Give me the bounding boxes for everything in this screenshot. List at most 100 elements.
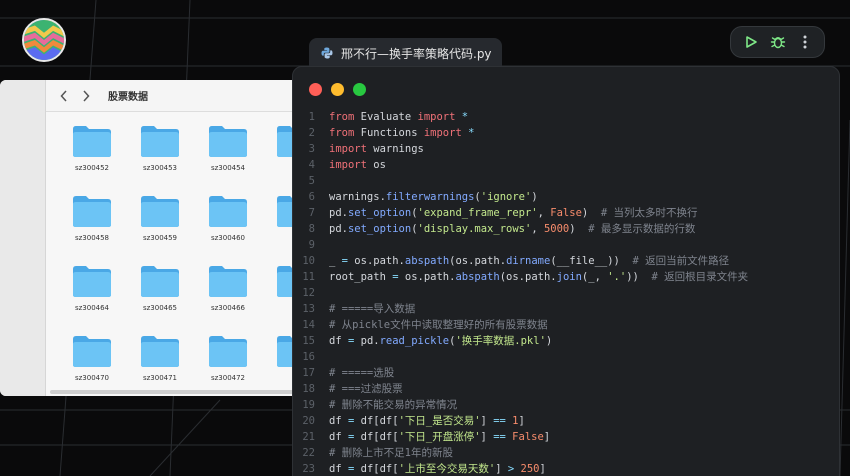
code-token: (_, bbox=[581, 271, 608, 283]
folder-item[interactable]: sz300466 bbox=[194, 264, 262, 334]
tab-editor-file[interactable]: 邢不行—换手率策略代码.py bbox=[309, 38, 502, 68]
maximize-window-button[interactable] bbox=[353, 83, 366, 96]
code-token: df bbox=[329, 463, 348, 475]
folder-item[interactable]: sz300472 bbox=[194, 334, 262, 396]
code-token: Functions bbox=[354, 127, 424, 139]
code-line: 10 _ = os.path. abspath (os.path. dirname (__… bbox=[293, 253, 839, 269]
play-icon bbox=[745, 36, 757, 48]
code-token: 'ignore' bbox=[480, 191, 532, 203]
line-number: 5 bbox=[308, 175, 315, 187]
line-number: 23 bbox=[302, 463, 315, 475]
code-token: df bbox=[329, 431, 348, 443]
code-token: from bbox=[329, 127, 355, 139]
folder-icon bbox=[209, 196, 247, 227]
code-token: , bbox=[531, 223, 544, 235]
finder-window: 股票数据 sz300452 sz300453 sz300454 sz300458 sz3… bbox=[0, 80, 300, 396]
line-number: 1 bbox=[308, 111, 315, 123]
code-token: )) bbox=[626, 271, 652, 283]
code-line: 1 from Evaluate import * bbox=[293, 109, 839, 125]
folder-name: sz300453 bbox=[142, 164, 178, 172]
code-token: ] bbox=[480, 415, 494, 427]
code-token: # 删除不能交易的异常情况 bbox=[329, 399, 458, 411]
code-token: df bbox=[329, 335, 348, 347]
folder-item[interactable]: sz300454 bbox=[194, 124, 262, 194]
code-token: # =====导入数据 bbox=[329, 303, 416, 315]
code-token: pd. bbox=[329, 207, 348, 219]
code-token: abspath bbox=[455, 271, 500, 283]
forward-button[interactable] bbox=[80, 88, 92, 104]
folder-item[interactable]: sz300453 bbox=[126, 124, 194, 194]
more-vertical-icon bbox=[803, 35, 806, 49]
code-token: read_pickle bbox=[379, 335, 450, 347]
code-token: * bbox=[455, 111, 469, 123]
code-token: os.path. bbox=[398, 271, 456, 283]
code-token: False bbox=[550, 207, 582, 219]
code-token: dirname bbox=[506, 255, 551, 267]
code-line: 6 warnings. filterwarnings('ignore') bbox=[293, 189, 839, 205]
folder-item[interactable]: sz300458 bbox=[58, 194, 126, 264]
debug-button[interactable] bbox=[766, 30, 790, 54]
python-icon bbox=[321, 47, 333, 59]
folder-item[interactable]: sz300460 bbox=[194, 194, 262, 264]
line-number: 21 bbox=[302, 431, 315, 443]
line-number: 11 bbox=[302, 271, 315, 283]
more-button[interactable] bbox=[793, 30, 817, 54]
line-number: 8 bbox=[308, 223, 315, 235]
folder-item[interactable]: sz300465 bbox=[126, 264, 194, 334]
code-line: 7 pd. set_option('expand_frame_repr', Fals… bbox=[293, 205, 839, 221]
folder-item[interactable]: sz300452 bbox=[58, 124, 126, 194]
code-token: '上市至今交易天数' bbox=[398, 463, 496, 475]
folder-name: sz300458 bbox=[74, 234, 110, 242]
code-token: * bbox=[461, 127, 475, 139]
line-number: 18 bbox=[302, 383, 315, 395]
code-token: root_path bbox=[329, 271, 393, 283]
folder-item[interactable]: sz300471 bbox=[126, 334, 194, 396]
line-number: 20 bbox=[302, 415, 315, 427]
code-token: warnings bbox=[366, 143, 424, 155]
code-line: 18 # ===过滤股票 bbox=[293, 381, 839, 397]
code-token: '下日_是否交易' bbox=[398, 415, 481, 427]
code-line: 2 from Functions import * bbox=[293, 125, 839, 141]
close-window-button[interactable] bbox=[309, 83, 322, 96]
folder-name: sz300452 bbox=[74, 164, 110, 172]
code-line: 5 bbox=[293, 173, 839, 189]
app-logo[interactable] bbox=[22, 18, 66, 62]
folder-item[interactable]: sz300464 bbox=[58, 264, 126, 334]
line-number: 10 bbox=[302, 255, 315, 267]
horizontal-scrollbar[interactable] bbox=[50, 390, 300, 394]
folder-icon bbox=[209, 336, 247, 367]
chevron-left-icon bbox=[60, 89, 67, 102]
line-number: 13 bbox=[302, 303, 315, 315]
line-number: 16 bbox=[302, 351, 315, 363]
code-area[interactable]: 1 from Evaluate import * 2 from Functions i… bbox=[293, 109, 839, 476]
folder-icon bbox=[73, 196, 111, 227]
code-token: import bbox=[423, 127, 462, 139]
code-token: # ===过滤股票 bbox=[329, 383, 403, 395]
code-token: '下日_开盘涨停' bbox=[398, 431, 481, 443]
run-button[interactable] bbox=[739, 30, 763, 54]
folder-name: sz300454 bbox=[210, 164, 246, 172]
code-token: pd. bbox=[354, 335, 380, 347]
folder-icon bbox=[209, 266, 247, 297]
code-token: set_option bbox=[347, 207, 412, 219]
folder-icon bbox=[141, 196, 179, 227]
code-token: == bbox=[493, 431, 506, 443]
minimize-window-button[interactable] bbox=[331, 83, 344, 96]
line-number: 6 bbox=[308, 191, 315, 203]
code-token: import bbox=[329, 159, 367, 171]
back-button[interactable] bbox=[58, 88, 70, 104]
code-token: '.' bbox=[607, 271, 627, 283]
finder-toolbar: 股票数据 bbox=[46, 80, 300, 112]
line-number: 7 bbox=[308, 207, 315, 219]
code-token: os.path. bbox=[347, 255, 405, 267]
code-token: df bbox=[329, 415, 348, 427]
code-line: 23 df = df[df['上市至今交易天数'] > 250] bbox=[293, 461, 839, 476]
folder-item[interactable]: sz300459 bbox=[126, 194, 194, 264]
code-line: 19 # 删除不能交易的异常情况 bbox=[293, 397, 839, 413]
folder-name: sz300466 bbox=[210, 304, 246, 312]
line-number: 9 bbox=[308, 239, 315, 251]
code-line: 21 df = df[df['下日_开盘涨停'] == False] bbox=[293, 429, 839, 445]
line-number: 22 bbox=[302, 447, 315, 459]
folder-item[interactable]: sz300470 bbox=[58, 334, 126, 396]
folder-icon bbox=[141, 336, 179, 367]
